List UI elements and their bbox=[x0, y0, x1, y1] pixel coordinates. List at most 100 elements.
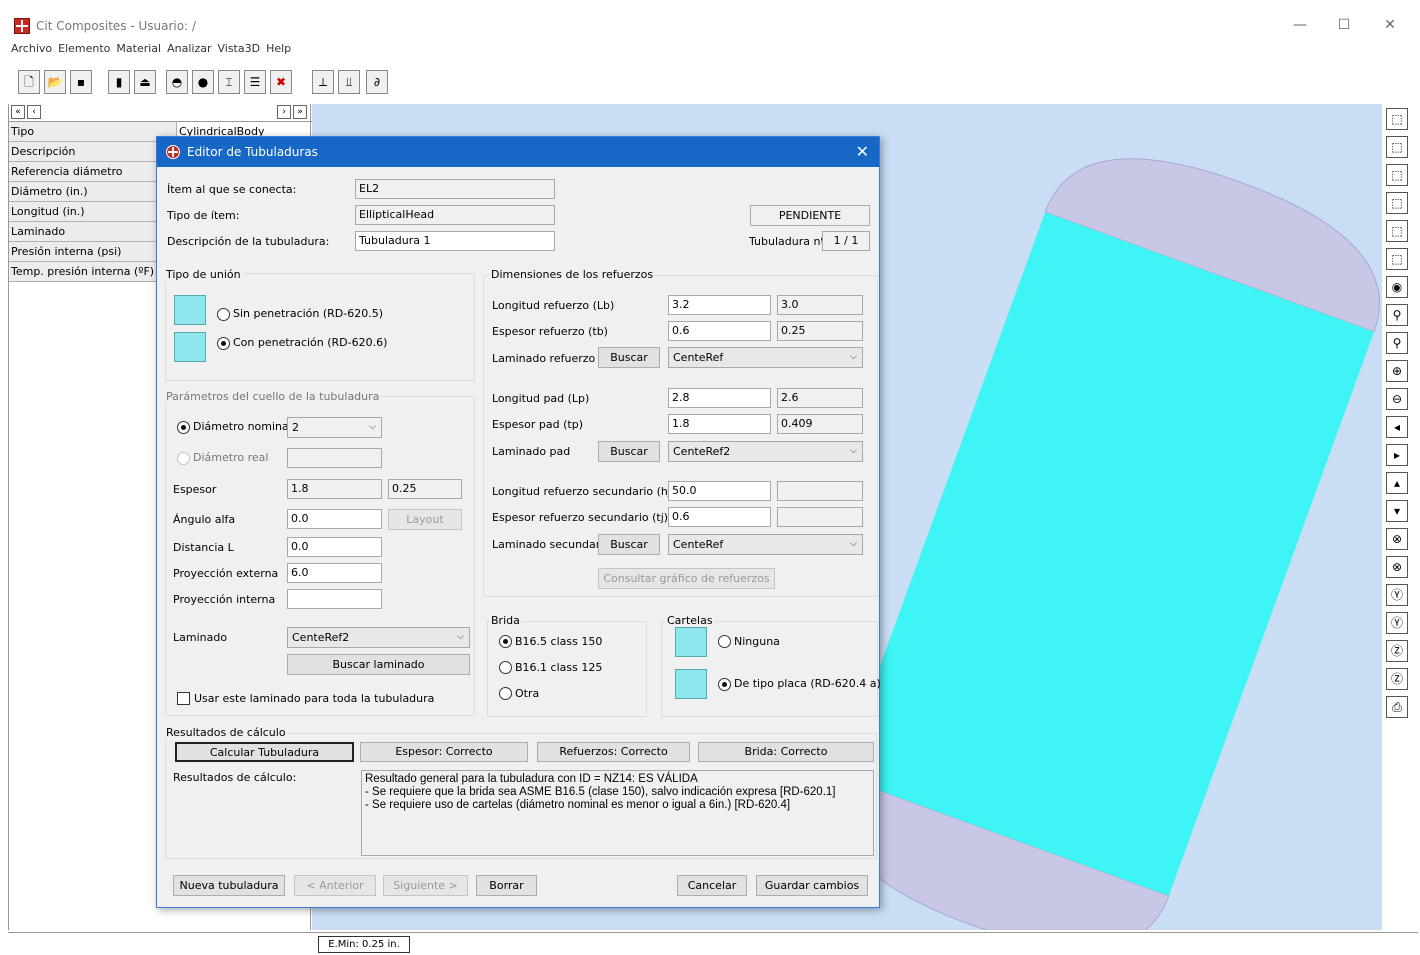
derivative-icon[interactable]: ∂ bbox=[366, 70, 388, 94]
resultados-textarea[interactable]: Resultado general para la tubuladura con… bbox=[361, 770, 874, 856]
view-front-icon[interactable]: ⬚ bbox=[1386, 136, 1408, 158]
espesor-field-1: 1.8 bbox=[287, 479, 382, 499]
tj-input-1[interactable]: 0.6 bbox=[668, 507, 771, 527]
pan-down-icon[interactable]: ▾ bbox=[1386, 500, 1408, 522]
menu-archivo[interactable]: Archivo bbox=[8, 40, 55, 58]
zoom-window-icon[interactable]: ⚲ bbox=[1386, 332, 1408, 354]
menu-analizar[interactable]: Analizar bbox=[164, 40, 214, 58]
rotate-y-icon[interactable]: Ⓨ bbox=[1386, 584, 1408, 606]
tb-input-1[interactable]: 0.6 bbox=[668, 321, 771, 341]
diametro-nominal-radio[interactable] bbox=[177, 421, 190, 434]
menu-help[interactable]: Help bbox=[263, 40, 294, 58]
laminado-select[interactable]: CenteRef2 ⌵ bbox=[287, 627, 470, 648]
save-icon[interactable]: ▪ bbox=[70, 70, 92, 94]
rotate-z-neg-icon[interactable]: Ⓩ bbox=[1386, 668, 1408, 690]
cartelas-placa-radio[interactable] bbox=[718, 678, 731, 691]
first-icon[interactable]: « bbox=[11, 105, 25, 119]
hj-input-1[interactable]: 50.0 bbox=[668, 481, 771, 501]
maximize-button[interactable]: ☐ bbox=[1324, 14, 1364, 36]
calcular-button[interactable]: Calcular Tubuladura bbox=[175, 742, 354, 762]
menu-elemento[interactable]: Elemento bbox=[55, 40, 113, 58]
close-button[interactable]: ✕ bbox=[1370, 14, 1410, 36]
view-back-icon[interactable]: ⬚ bbox=[1386, 164, 1408, 186]
distancia-input[interactable]: 0.0 bbox=[287, 537, 382, 557]
proy-ext-input[interactable]: 6.0 bbox=[287, 563, 382, 583]
brida-b165-radio[interactable] bbox=[499, 635, 512, 648]
tp-input-1[interactable]: 1.8 bbox=[668, 414, 771, 434]
lam-ref-select[interactable]: CenteRef ⌵ bbox=[668, 347, 863, 368]
zoom-icon[interactable]: ⚲ bbox=[1386, 304, 1408, 326]
zoom-fit-icon[interactable]: ◉ bbox=[1386, 276, 1408, 298]
pan-right-icon[interactable]: ▸ bbox=[1386, 444, 1408, 466]
cartelas-placa-label: De tipo placa (RD-620.4 a) bbox=[734, 677, 881, 690]
open-folder-icon[interactable]: 📂 bbox=[44, 70, 66, 94]
diametro-nominal-select[interactable]: 2 ⌵ bbox=[287, 417, 382, 438]
buscar-pad-button[interactable]: Buscar bbox=[598, 441, 660, 462]
view-top-icon[interactable]: ⬚ bbox=[1386, 192, 1408, 214]
camera-icon[interactable]: ⎙ bbox=[1386, 696, 1408, 718]
proy-int-input[interactable] bbox=[287, 589, 382, 609]
cylinder-icon[interactable]: ▮ bbox=[108, 70, 130, 94]
lp-input-1[interactable]: 2.8 bbox=[668, 388, 771, 408]
angulo-input[interactable]: 0.0 bbox=[287, 509, 382, 529]
lb-input-1[interactable]: 3.2 bbox=[668, 295, 771, 315]
zoom-in-icon[interactable]: ⊕ bbox=[1386, 360, 1408, 382]
con-penetracion-radio[interactable] bbox=[217, 337, 230, 350]
window-title: Cit Composites - Usuario: / bbox=[36, 19, 196, 33]
lp-field-2: 2.6 bbox=[777, 388, 863, 408]
cartelas-ninguna-radio[interactable] bbox=[718, 635, 731, 648]
rotate-x-neg-icon[interactable]: ⊗ bbox=[1386, 556, 1408, 578]
analyze-all-icon[interactable]: ⫫ bbox=[338, 70, 360, 94]
dialog-close-icon[interactable]: ✕ bbox=[856, 142, 869, 161]
next-icon[interactable]: › bbox=[277, 105, 291, 119]
resultados-title: Resultados de cálculo bbox=[164, 726, 288, 739]
view-iso-icon[interactable]: ⬚ bbox=[1386, 108, 1408, 130]
lam-pad-select[interactable]: CenteRef2 ⌵ bbox=[668, 441, 863, 462]
view-side-icon[interactable]: ⬚ bbox=[1386, 248, 1408, 270]
buscar-laminado-button[interactable]: Buscar laminado bbox=[287, 654, 470, 675]
brida-b161-radio[interactable] bbox=[499, 661, 512, 674]
rotate-x-icon[interactable]: ⊗ bbox=[1386, 528, 1408, 550]
analyze-icon[interactable]: ⟂ bbox=[312, 70, 334, 94]
menu-material[interactable]: Material bbox=[113, 40, 164, 58]
status-bar bbox=[8, 932, 1418, 955]
cuello-title: Parámetros del cuello de la tubuladura bbox=[164, 390, 382, 403]
head-icon[interactable]: ⏏ bbox=[134, 70, 156, 94]
minimize-button[interactable]: — bbox=[1280, 14, 1320, 36]
toolbar: 🗋 📂 ▪ ▮ ⏏ ◓ ● ⌶ ☰ ✖ ⟂ ⫫ ∂ bbox=[8, 66, 1418, 100]
nueva-tubuladura-button[interactable]: Nueva tubuladura bbox=[173, 875, 285, 896]
descripcion-input[interactable]: Tubuladura 1 bbox=[355, 231, 555, 251]
sphere-icon[interactable]: ● bbox=[192, 70, 214, 94]
sin-penetracion-radio[interactable] bbox=[217, 308, 230, 321]
diametro-real-radio[interactable] bbox=[177, 452, 190, 465]
usar-laminado-checkbox[interactable] bbox=[177, 692, 190, 705]
menu-vista3d[interactable]: Vista3D bbox=[214, 40, 263, 58]
nozzle-icon[interactable]: ⌶ bbox=[218, 70, 240, 94]
sin-penetracion-icon bbox=[174, 295, 206, 325]
ninguna-icon bbox=[675, 627, 707, 657]
prev-icon[interactable]: ‹ bbox=[27, 105, 41, 119]
brida-otra-radio[interactable] bbox=[499, 687, 512, 700]
layout-button[interactable]: Layout bbox=[388, 509, 462, 530]
zoom-out-icon[interactable]: ⊖ bbox=[1386, 388, 1408, 410]
new-file-icon[interactable]: 🗋 bbox=[18, 70, 40, 94]
rotate-z-icon[interactable]: Ⓩ bbox=[1386, 640, 1408, 662]
rotate-y-neg-icon[interactable]: Ⓨ bbox=[1386, 612, 1408, 634]
view-bottom-icon[interactable]: ⬚ bbox=[1386, 220, 1408, 242]
pendiente-button[interactable]: PENDIENTE bbox=[750, 205, 870, 226]
lam-sec-select[interactable]: CenteRef ⌵ bbox=[668, 534, 863, 555]
pan-up-icon[interactable]: ▴ bbox=[1386, 472, 1408, 494]
consultar-grafico-button[interactable]: Consultar gráfico de refuerzos bbox=[598, 568, 775, 589]
guardar-cambios-button[interactable]: Guardar cambios bbox=[756, 875, 868, 896]
buscar-ref-button[interactable]: Buscar bbox=[598, 347, 660, 368]
siguiente-button[interactable]: Siguiente > bbox=[383, 875, 468, 896]
cancelar-button[interactable]: Cancelar bbox=[677, 875, 747, 896]
buscar-sec-button[interactable]: Buscar bbox=[598, 534, 660, 555]
table-icon[interactable]: ☰ bbox=[244, 70, 266, 94]
pan-left-icon[interactable]: ◂ bbox=[1386, 416, 1408, 438]
last-icon[interactable]: » bbox=[293, 105, 307, 119]
anterior-button[interactable]: < Anterior bbox=[294, 875, 376, 896]
borrar-button[interactable]: Borrar bbox=[476, 875, 537, 896]
dome-icon[interactable]: ◓ bbox=[166, 70, 188, 94]
delete-icon[interactable]: ✖ bbox=[270, 70, 292, 94]
